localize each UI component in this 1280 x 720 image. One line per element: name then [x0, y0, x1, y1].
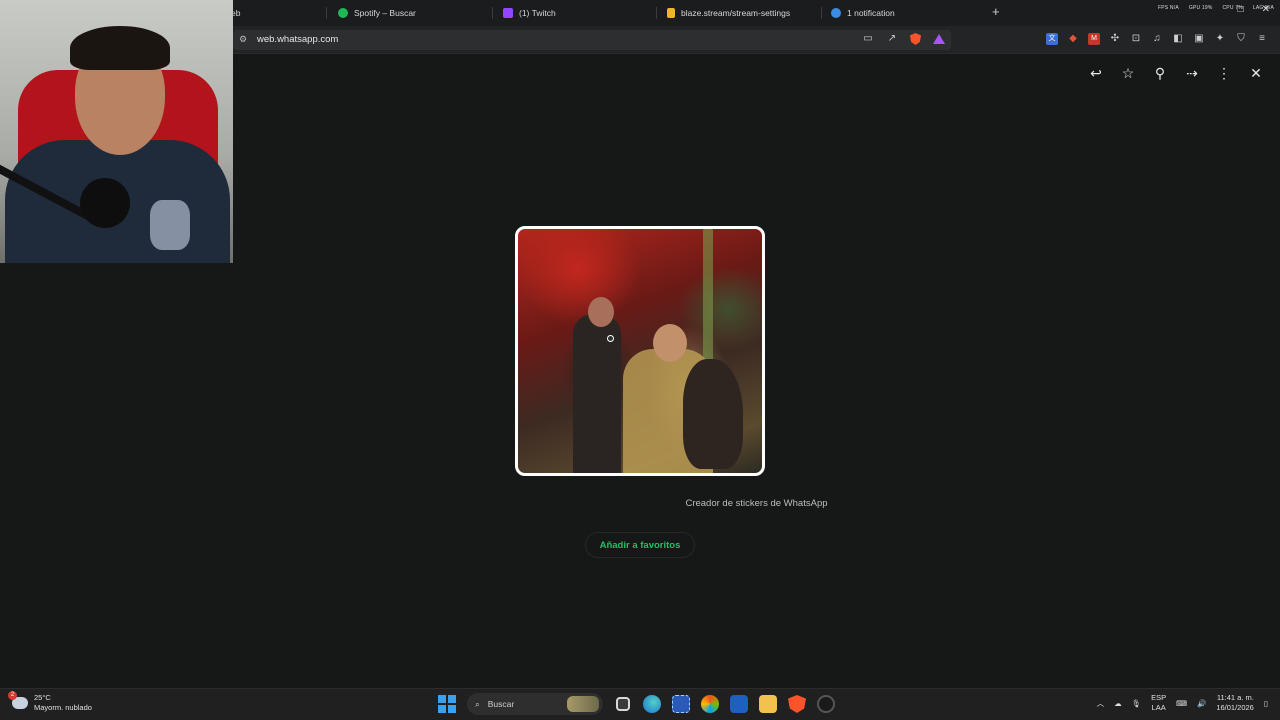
- lang-layout: LAA: [1151, 703, 1166, 712]
- brave-shields-icon[interactable]: [910, 33, 921, 45]
- close-icon[interactable]: ✕: [1248, 65, 1264, 81]
- share-icon[interactable]: ↗: [886, 33, 898, 45]
- microphone: [80, 178, 130, 228]
- tab-notification[interactable]: 1 notification: [831, 4, 895, 22]
- star-icon[interactable]: ☆: [1120, 65, 1136, 81]
- gpu-stat: GPU 19%: [1188, 5, 1213, 11]
- restore-icon[interactable]: □: [1238, 4, 1244, 15]
- cloud-icon: 2: [8, 691, 28, 709]
- clock-date: 16/01/2026: [1216, 703, 1254, 712]
- tab-divider: [656, 7, 657, 19]
- weather-badge: 2: [8, 691, 17, 700]
- fps-stat: FPS N/A: [1158, 5, 1179, 11]
- site-settings-icon[interactable]: ⚙: [239, 34, 247, 45]
- weather-temp: 25°C: [34, 693, 51, 702]
- onedrive-icon[interactable]: ☁: [1114, 699, 1122, 708]
- url-text[interactable]: web.whatsapp.com: [257, 34, 338, 45]
- store-icon[interactable]: [730, 695, 748, 713]
- search-placeholder: Buscar: [487, 699, 515, 709]
- close-window-icon[interactable]: ✕: [1262, 4, 1270, 15]
- tab-label: 1 notification: [847, 8, 895, 18]
- more-options-icon[interactable]: ⋮: [1216, 65, 1232, 81]
- music-icon[interactable]: ♫: [1151, 33, 1163, 45]
- copilot-icon[interactable]: [701, 695, 719, 713]
- clock-time: 11:41 a. m.: [1216, 693, 1254, 702]
- snipping-tool-icon[interactable]: [672, 695, 690, 713]
- taskbar-search[interactable]: ⌕ Buscar: [467, 693, 603, 715]
- screen: eb Spotify – Buscar (1) Twitch blaze.str…: [0, 0, 1280, 720]
- mouse-cursor: [607, 335, 614, 342]
- screenshot-icon[interactable]: ⊡: [1130, 33, 1142, 45]
- notification-center-icon[interactable]: ▯: [1264, 699, 1268, 708]
- tab-label: (1) Twitch: [519, 8, 556, 18]
- sidebar-icon[interactable]: ◧: [1172, 33, 1184, 45]
- task-view-icon[interactable]: [616, 697, 630, 711]
- taskbar-apps: ⌕ Buscar: [438, 693, 835, 715]
- system-tray: ︿ ☁ 🎙 ESP LAA ⌨ 🔊 11:41 a. m. 16/01/2026…: [1097, 693, 1268, 713]
- leo-ai-icon[interactable]: ✦: [1214, 33, 1226, 45]
- blaze-icon: [667, 8, 675, 18]
- wallet-icon[interactable]: ▣: [1193, 33, 1205, 45]
- network-icon[interactable]: ⌨: [1176, 699, 1187, 708]
- extension-icon[interactable]: ◆: [1067, 33, 1079, 45]
- volume-icon[interactable]: 🔊: [1197, 699, 1206, 708]
- chevron-up-icon[interactable]: ︿: [1097, 698, 1105, 709]
- sticker-caption: Creador de stickers de WhatsApp: [685, 498, 828, 509]
- tab-divider: [492, 7, 493, 19]
- media-viewer: ↩ ☆ ⚲ ⇢ ⋮ ✕ Creador de stickers de Whats…: [233, 55, 1280, 688]
- tab-label: blaze.stream/stream-settings: [681, 8, 791, 18]
- address-bar-actions: ▭ ↗: [862, 33, 945, 45]
- taskbar: 2 25°C Mayorm. nublado ⌕ Buscar ︿ ☁ 🎙 ES…: [0, 688, 1280, 720]
- sticker-image: [515, 226, 765, 476]
- notification-icon: [831, 8, 841, 18]
- tab-spotify[interactable]: Spotify – Buscar: [338, 4, 416, 22]
- spotify-icon: [338, 8, 348, 18]
- file-explorer-icon[interactable]: [759, 695, 777, 713]
- forward-icon[interactable]: ⇢: [1184, 65, 1200, 81]
- clock[interactable]: 11:41 a. m. 16/01/2026: [1216, 693, 1254, 713]
- edge-icon[interactable]: [643, 695, 661, 713]
- brave-browser-icon[interactable]: [788, 695, 806, 713]
- lang-code: ESP: [1151, 693, 1167, 702]
- address-bar[interactable]: ⚙ web.whatsapp.com ▭ ↗: [233, 30, 951, 50]
- microphone-icon[interactable]: 🎙: [1132, 699, 1142, 708]
- vpn-shield-icon[interactable]: ⛉: [1235, 33, 1247, 45]
- weather-widget[interactable]: 2 25°C Mayorm. nublado: [8, 691, 92, 713]
- menu-icon[interactable]: ≡: [1256, 33, 1268, 45]
- webcam-overlay: [0, 0, 233, 263]
- tab-divider: [821, 7, 822, 19]
- search-highlight-image: [567, 696, 599, 712]
- obs-icon[interactable]: [817, 695, 835, 713]
- search-icon: ⌕: [475, 698, 480, 709]
- extensions-bar: 文 ◆ M ✣ ⊡ ♫ ◧ ▣ ✦ ⛉ ≡: [1046, 33, 1268, 45]
- extension-icon[interactable]: M: [1088, 33, 1100, 45]
- tab-divider: [326, 7, 327, 19]
- window-controls: □ ✕: [1238, 4, 1270, 15]
- rewards-badge: [942, 34, 945, 37]
- language-indicator[interactable]: ESP LAA: [1151, 693, 1166, 713]
- weather-desc: Mayorm. nublado: [34, 703, 92, 712]
- new-tab-button[interactable]: +: [992, 5, 1000, 19]
- translate-icon[interactable]: 文: [1046, 33, 1058, 45]
- start-icon[interactable]: [438, 695, 456, 713]
- brave-rewards-icon[interactable]: [933, 34, 945, 44]
- twitch-icon: [503, 8, 513, 18]
- tab-label: Spotify – Buscar: [354, 8, 416, 18]
- add-to-favorites-button[interactable]: Añadir a favoritos: [585, 532, 695, 558]
- tab-blaze[interactable]: blaze.stream/stream-settings: [667, 4, 790, 22]
- reply-icon[interactable]: ↩: [1088, 65, 1104, 81]
- puzzle-icon[interactable]: ✣: [1109, 33, 1121, 45]
- pin-icon[interactable]: ⚲: [1152, 65, 1168, 81]
- viewer-actions: ↩ ☆ ⚲ ⇢ ⋮ ✕: [1088, 65, 1264, 81]
- tab-twitch[interactable]: (1) Twitch: [503, 4, 556, 22]
- cast-icon[interactable]: ▭: [862, 33, 874, 45]
